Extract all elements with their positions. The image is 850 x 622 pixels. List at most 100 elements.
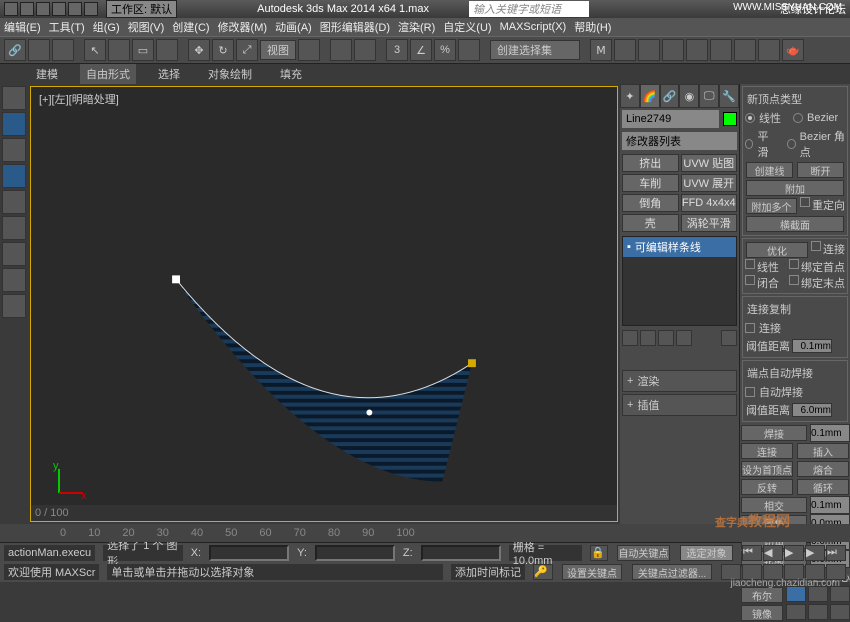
snap-icon[interactable]: 3 [386, 39, 408, 61]
spline-object[interactable] [31, 87, 617, 521]
layers-icon[interactable] [638, 39, 660, 61]
fov-icon[interactable] [784, 564, 804, 580]
undo-icon[interactable] [68, 2, 82, 16]
rollout-header-interpolation[interactable]: +插值 [623, 395, 736, 415]
mod-shell[interactable]: 壳 [622, 214, 679, 232]
utilities-tab-icon[interactable]: 🔧 [719, 84, 739, 108]
menu-create[interactable]: 创建(C) [172, 19, 209, 35]
bool-union-icon[interactable] [786, 586, 806, 602]
modify-tab-icon[interactable]: 🌈 [640, 84, 660, 108]
render-setup-icon[interactable] [734, 39, 756, 61]
create-line-button[interactable]: 创建线 [746, 162, 793, 178]
keyboard-icon[interactable] [354, 39, 376, 61]
unlink-icon[interactable] [28, 39, 50, 61]
menu-modifiers[interactable]: 修改器(M) [218, 19, 268, 35]
lt-btn-2[interactable] [2, 112, 26, 136]
modifier-stack[interactable]: ▪ 可编辑样条线 [622, 236, 737, 326]
auto-weld-check[interactable] [745, 387, 755, 397]
next-frame-icon[interactable]: ▶ [805, 545, 825, 561]
mod-uvw-map[interactable]: UVW 贴图 [681, 154, 738, 172]
connect-copy-check[interactable] [745, 323, 755, 333]
lt-btn-6[interactable] [2, 216, 26, 240]
z-coord-input[interactable] [421, 545, 501, 561]
curve-editor-icon[interactable] [662, 39, 684, 61]
stack-item-editable-spline[interactable]: ▪ 可编辑样条线 [623, 237, 736, 257]
make-unique-icon[interactable] [658, 330, 674, 346]
lt-btn-7[interactable] [2, 242, 26, 266]
radio-bezier[interactable] [793, 113, 803, 123]
time-tag[interactable]: 添加时间标记 [451, 564, 525, 580]
new-icon[interactable] [20, 2, 34, 16]
rotate-icon[interactable]: ↻ [212, 39, 234, 61]
goto-start-icon[interactable]: ⏮ [742, 545, 762, 561]
save-icon[interactable] [52, 2, 66, 16]
help-search-input[interactable]: 输入关键字或短语 [469, 1, 589, 17]
break-button[interactable]: 断开 [797, 162, 844, 178]
linear-check[interactable] [745, 259, 755, 269]
mirror-icon[interactable]: Ⅿ [590, 39, 612, 61]
radio-smooth[interactable] [745, 139, 753, 149]
link-icon[interactable]: 🔗 [4, 39, 26, 61]
mirror-both-icon[interactable] [830, 604, 850, 620]
insert-button[interactable]: 插入 [797, 443, 849, 459]
scale-icon[interactable]: ⤢ [236, 39, 258, 61]
fuse-button[interactable]: 熔合 [797, 461, 849, 477]
bool-sub-icon[interactable] [808, 586, 828, 602]
selected-obj-dropdown[interactable]: 选定对象 [680, 545, 733, 561]
open-icon[interactable] [36, 2, 50, 16]
display-tab-icon[interactable]: 🖵 [699, 84, 719, 108]
align-icon[interactable] [614, 39, 636, 61]
attach-button[interactable]: 附加 [746, 180, 844, 196]
mirror-v-icon[interactable] [808, 604, 828, 620]
menu-customize[interactable]: 自定义(U) [443, 19, 491, 35]
goto-end-icon[interactable]: ⏭ [826, 545, 846, 561]
connect-check[interactable] [811, 241, 821, 251]
redo-icon[interactable] [84, 2, 98, 16]
script-listener[interactable]: actionMan.execu [4, 545, 95, 561]
select-by-name-icon[interactable] [108, 39, 130, 61]
percent-snap-icon[interactable]: % [434, 39, 456, 61]
x-coord-input[interactable] [209, 545, 289, 561]
create-tab-icon[interactable]: ✦ [620, 84, 640, 108]
crossinsert-spinner[interactable] [810, 496, 850, 514]
expand-icon[interactable]: ▪ [627, 241, 631, 253]
lock-icon[interactable]: 🔒 [590, 545, 608, 561]
use-center-icon[interactable] [298, 39, 320, 61]
attach-multi-button[interactable]: 附加多个 [746, 198, 797, 214]
key-filters-button[interactable]: 关键点过滤器... [632, 564, 712, 580]
ref-coord-dropdown[interactable]: 视图 [260, 40, 296, 60]
viewport-label[interactable]: [+][左][明暗处理] [39, 91, 119, 107]
viewport-left[interactable]: [+][左][明暗处理] x y 0 / 100 [30, 86, 618, 522]
track-bar[interactable]: 0 10 20 30 40 50 60 70 80 90 100 [0, 524, 850, 542]
orbit-icon[interactable] [805, 564, 825, 580]
cycle-button[interactable]: 循环 [797, 479, 849, 495]
bind-last-check[interactable] [789, 275, 799, 285]
lt-btn-5[interactable] [2, 190, 26, 214]
render-frame-icon[interactable] [758, 39, 780, 61]
ribbon-tab-object-paint[interactable]: 对象绘制 [202, 64, 258, 84]
select-icon[interactable]: ↖ [84, 39, 106, 61]
move-icon[interactable]: ✥ [188, 39, 210, 61]
bool-int-icon[interactable] [830, 586, 850, 602]
zoom-extents-icon[interactable] [763, 564, 783, 580]
weld-dist-spinner[interactable] [810, 424, 850, 442]
window-crossing-icon[interactable] [156, 39, 178, 61]
ribbon-tab-freeform[interactable]: 自由形式 [80, 64, 136, 84]
menu-graph-editors[interactable]: 图形编辑器(D) [320, 19, 390, 35]
mod-turbosmooth[interactable]: 涡轮平滑 [681, 214, 738, 232]
cross-section-button[interactable]: 横截面 [746, 216, 844, 232]
optimize-button[interactable]: 优化 [746, 242, 808, 258]
menu-group[interactable]: 组(G) [93, 19, 120, 35]
manipulate-icon[interactable] [330, 39, 352, 61]
modifier-list-dropdown[interactable]: 修改器列表 [622, 132, 737, 150]
radio-bezier-corner[interactable] [787, 139, 795, 149]
mod-extrude[interactable]: 挤出 [622, 154, 679, 172]
set-key-button[interactable]: 设置关键点 [562, 564, 622, 580]
reorient-check[interactable] [800, 197, 810, 207]
bind-first-check[interactable] [789, 259, 799, 269]
weld-button[interactable]: 焊接 [741, 425, 807, 441]
weld-threshold-spinner[interactable] [792, 403, 832, 417]
ribbon-tab-populate[interactable]: 填充 [274, 64, 308, 84]
menu-maxscript[interactable]: MAXScript(X) [500, 21, 567, 33]
schematic-icon[interactable] [686, 39, 708, 61]
